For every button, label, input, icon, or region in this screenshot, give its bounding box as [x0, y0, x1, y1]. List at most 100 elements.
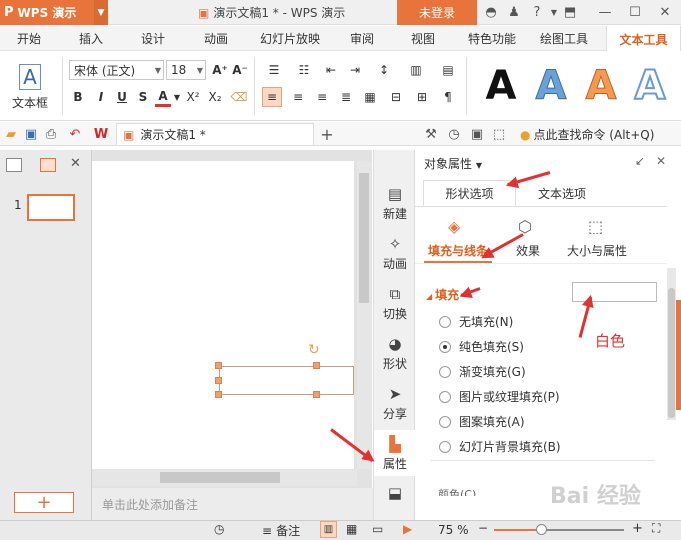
resize-handle[interactable] — [313, 362, 320, 369]
maximize-icon[interactable]: ☐ — [626, 3, 644, 21]
sidebar-item-shape[interactable]: ◕ 形状 — [374, 330, 416, 376]
login-button[interactable]: 未登录 — [397, 0, 477, 25]
add-tab-button[interactable]: + — [318, 125, 336, 144]
slide-thumbnail[interactable] — [27, 194, 75, 221]
minimize-icon[interactable]: — — [596, 3, 614, 21]
tab-animation[interactable]: 动画 — [191, 26, 241, 51]
tab-view[interactable]: 视图 — [398, 26, 448, 51]
clear-format-icon[interactable]: ⌫ — [230, 87, 248, 107]
close-icon[interactable]: ✕ — [70, 156, 81, 171]
share-icon[interactable]: ⬚ — [490, 125, 508, 143]
font-size-select[interactable]: 18 ▼ — [166, 60, 206, 80]
tab-review[interactable]: 审阅 — [337, 26, 387, 51]
close-icon[interactable]: ✕ — [656, 154, 666, 168]
tab-slideshow[interactable]: 幻灯片放映 — [252, 26, 328, 51]
sidebar-item-share[interactable]: ➤ 分享 — [374, 380, 416, 426]
numbered-list-icon[interactable]: ☷ — [292, 60, 316, 80]
sidebar-item-properties[interactable]: ▙ 属性 — [374, 430, 416, 476]
sidebar-item-new[interactable]: ▤ 新建 — [374, 180, 416, 226]
zoom-slider[interactable] — [494, 524, 624, 535]
tab-text-options[interactable]: 文本选项 — [516, 180, 608, 206]
distribute-icon[interactable]: ▦ — [360, 87, 380, 107]
vertical-align-icon[interactable]: ⊞ — [412, 87, 432, 107]
radio-slide-background-fill[interactable]: 幻灯片背景填充(B) — [439, 438, 561, 455]
tab-design[interactable]: 设计 — [128, 26, 178, 51]
add-slide-button[interactable]: + — [14, 492, 74, 513]
line-spacing-icon[interactable]: ↕ — [372, 60, 396, 80]
vertical-scrollbar[interactable] — [357, 161, 371, 469]
normal-view-icon[interactable]: ▥ — [320, 521, 337, 538]
italic-button[interactable]: I — [93, 87, 109, 107]
text-box-align-icon[interactable]: ⊟ — [386, 87, 406, 107]
tab-shape-options[interactable]: 形状选项 — [423, 180, 516, 206]
shrink-font-button[interactable]: A⁻ — [231, 60, 249, 80]
scroll-thumb[interactable] — [359, 173, 369, 303]
skin-icon[interactable]: ◓ — [482, 3, 500, 21]
align-left-icon[interactable]: ≡ — [262, 87, 282, 107]
zoom-out-icon[interactable]: − — [478, 521, 488, 535]
outline-view-icon[interactable] — [6, 158, 22, 172]
notes-area[interactable]: 单击此处添加备注 — [92, 488, 374, 520]
subscript-button[interactable]: X₂ — [205, 87, 225, 107]
radio-pattern-fill[interactable]: 图案填充(A) — [439, 413, 525, 430]
panel-scrollbar[interactable] — [667, 268, 676, 420]
justify-icon[interactable]: ≣ — [336, 87, 356, 107]
columns-icon[interactable]: ▤ — [436, 60, 460, 80]
resize-handle[interactable] — [215, 377, 222, 384]
radio-no-fill[interactable]: 无填充(N) — [439, 313, 513, 330]
bold-button[interactable]: B — [70, 87, 86, 107]
scroll-thumb[interactable] — [668, 288, 675, 418]
scroll-thumb[interactable] — [160, 472, 280, 483]
radio-solid-fill[interactable]: 纯色填充(S) — [439, 338, 524, 355]
font-name-select[interactable]: 宋体 (正文) ▼ — [69, 60, 164, 80]
shirt-icon[interactable]: ♟ — [505, 3, 523, 21]
zoom-slider-thumb[interactable] — [536, 524, 547, 535]
resize-handle[interactable] — [215, 362, 222, 369]
collapse-panel-icon[interactable]: ↙ — [635, 154, 645, 168]
wordart-orange[interactable]: A — [576, 61, 626, 111]
text-direction-icon[interactable]: ▥ — [404, 60, 428, 80]
wordart-outline[interactable]: A — [630, 61, 670, 111]
clock-icon[interactable]: ◷ — [445, 125, 463, 143]
radio-picture-fill[interactable]: 图片或纹理填充(P) — [439, 388, 560, 405]
restore-ribbon-icon[interactable]: ⬒ — [561, 3, 579, 21]
panel-edge-tab[interactable] — [676, 300, 681, 410]
paragraph-icon[interactable]: ¶ — [436, 87, 460, 107]
print-icon[interactable]: ⎙ — [42, 125, 60, 143]
sidebar-item-backup[interactable]: ⬓ — [374, 480, 416, 520]
save-icon[interactable]: ▣ — [22, 125, 40, 143]
tool-icon[interactable]: ⚒ — [422, 125, 440, 143]
layout-icon[interactable]: ▣ — [468, 125, 486, 143]
subtab-effects[interactable]: 效果 — [516, 242, 540, 259]
sidebar-item-transition[interactable]: ⧉ 切换 — [374, 280, 416, 326]
shadow-button[interactable]: S — [135, 87, 151, 107]
history-icon[interactable]: ◷ — [214, 522, 224, 536]
wordart-blue[interactable]: A — [526, 61, 576, 111]
selected-textbox[interactable] — [219, 366, 354, 395]
reading-view-icon[interactable]: ▭ — [372, 522, 383, 536]
decrease-indent-icon[interactable]: ⇤ — [322, 60, 340, 80]
bullet-list-icon[interactable]: ☰ — [262, 60, 286, 80]
command-search[interactable]: ● 点此查找命令 (Alt+Q) — [520, 126, 654, 143]
grow-font-button[interactable]: A⁺ — [211, 60, 229, 80]
notes-toggle[interactable]: ≡ 备注 — [262, 522, 300, 539]
open-folder-icon[interactable]: ▰ — [2, 125, 20, 143]
resize-handle[interactable] — [215, 391, 222, 398]
help-icon[interactable]: ? — [528, 3, 546, 21]
document-tab[interactable]: ▣ 演示文稿1 * — [116, 123, 314, 145]
font-color-button[interactable]: A — [155, 87, 171, 107]
play-slideshow-icon[interactable]: ▶ — [403, 522, 412, 536]
align-center-icon[interactable]: ≡ — [288, 87, 308, 107]
radio-gradient-fill[interactable]: 渐变填充(G) — [439, 363, 526, 380]
sorter-view-icon[interactable]: ▦ — [346, 522, 357, 536]
superscript-button[interactable]: X² — [183, 87, 203, 107]
chevron-down-icon[interactable]: ▼ — [94, 0, 108, 25]
chevron-down-icon[interactable]: ▼ — [172, 87, 182, 107]
slide-view-icon[interactable] — [40, 158, 56, 172]
subtab-size-properties[interactable]: 大小与属性 — [567, 242, 627, 259]
tab-drawing-tools[interactable]: 绘图工具 — [533, 26, 595, 51]
tab-text-tools[interactable]: 文本工具 — [606, 26, 681, 52]
textbox-button[interactable]: A 文本框 — [6, 59, 54, 115]
horizontal-scrollbar[interactable] — [92, 469, 357, 486]
align-right-icon[interactable]: ≡ — [312, 87, 332, 107]
